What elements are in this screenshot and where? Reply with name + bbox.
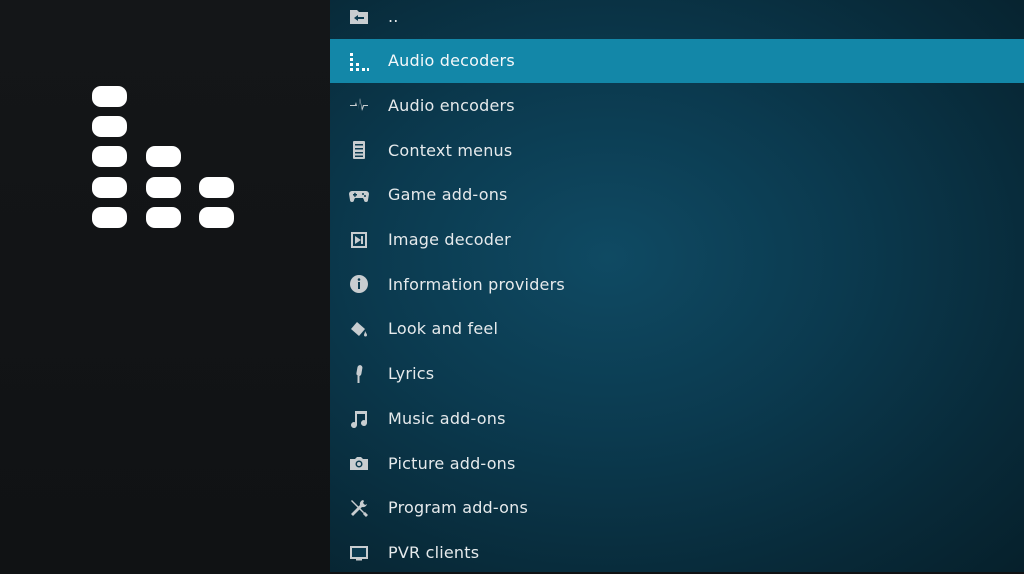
menu-list-icon bbox=[330, 140, 388, 160]
list-item-label: Context menus bbox=[388, 140, 513, 160]
list-item-label: Image decoder bbox=[388, 230, 511, 249]
list-item[interactable]: PVR clients bbox=[330, 530, 1024, 574]
list-item[interactable]: Look and feel bbox=[330, 307, 1024, 351]
list-item[interactable]: Program add-ons bbox=[330, 486, 1024, 530]
list-item-label: .. bbox=[388, 6, 399, 26]
list-item[interactable]: Context menus bbox=[330, 128, 1024, 172]
category-icon-panel bbox=[0, 0, 330, 572]
waveform-icon bbox=[330, 95, 388, 115]
list-item[interactable]: Audio encoders bbox=[330, 83, 1024, 127]
tools-icon bbox=[330, 498, 388, 518]
list-item[interactable]: Game add-ons bbox=[330, 173, 1024, 217]
list-item-label: Program add-ons bbox=[388, 498, 529, 518]
gamepad-icon bbox=[330, 185, 388, 205]
info-icon bbox=[330, 274, 388, 294]
list-item-parent-folder[interactable]: .. bbox=[330, 0, 1024, 38]
list-item[interactable]: Image decoder bbox=[330, 218, 1024, 262]
image-icon bbox=[330, 230, 388, 250]
microphone-icon bbox=[330, 364, 388, 384]
list-item-label: Audio encoders bbox=[388, 95, 515, 115]
paint-bucket-icon bbox=[330, 319, 388, 339]
list-item-label: Information providers bbox=[388, 274, 565, 294]
equalizer-icon bbox=[330, 51, 388, 71]
music-note-icon bbox=[330, 408, 388, 429]
camera-icon bbox=[330, 453, 388, 473]
tv-icon bbox=[330, 542, 388, 562]
list-item-label: Music add-ons bbox=[388, 408, 506, 428]
list-item-label: Picture add-ons bbox=[388, 453, 516, 473]
list-item[interactable]: Picture add-ons bbox=[330, 441, 1024, 485]
list-item-label: Audio decoders bbox=[388, 51, 515, 71]
list-item[interactable]: Music add-ons bbox=[330, 396, 1024, 440]
list-item-label: Look and feel bbox=[388, 319, 499, 339]
list-item[interactable]: Information providers bbox=[330, 262, 1024, 306]
list-item-label: Game add-ons bbox=[388, 185, 508, 205]
list-item-label: PVR clients bbox=[388, 542, 480, 562]
addon-category-list: .. Audio decoders Audio encoders Context me… bbox=[330, 0, 1024, 572]
list-item-label: Lyrics bbox=[388, 364, 435, 384]
list-item[interactable]: Audio decoders bbox=[330, 38, 1024, 83]
list-item[interactable]: Lyrics bbox=[330, 352, 1024, 396]
folder-back-icon bbox=[330, 6, 388, 26]
